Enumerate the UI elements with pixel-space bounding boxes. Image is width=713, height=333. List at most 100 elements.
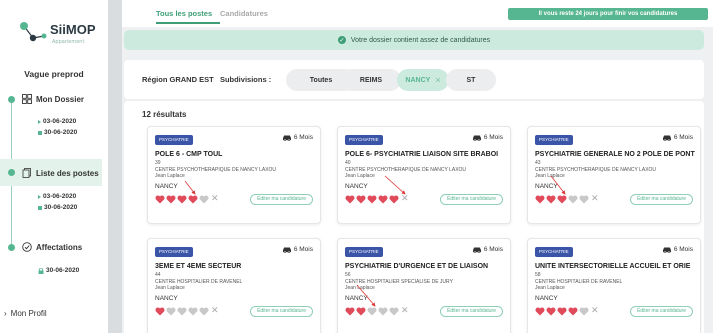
post-number: 39 [155, 160, 161, 166]
triangle-icon [38, 194, 41, 199]
post-number: 40 [345, 160, 351, 166]
post-number: 43 [535, 160, 541, 166]
rating[interactable]: ✕ [155, 307, 219, 316]
app-logo[interactable]: SiiMOP Appariement [18, 18, 103, 48]
post-contact: Jean Laplace [155, 285, 185, 291]
filter-pill-nancy[interactable]: NANCY × [397, 69, 449, 91]
flag-icon [38, 130, 42, 135]
annotation-arrow-icon [550, 175, 566, 195]
tab-candidatures[interactable]: Candidatures [220, 9, 268, 18]
timeline-dot [8, 96, 15, 103]
wave-title: Vague preprod [24, 69, 84, 79]
car-icon [472, 247, 481, 253]
lock-icon [38, 267, 44, 274]
heart-icon[interactable] [546, 307, 556, 316]
results-count: 12 résultats [142, 110, 187, 119]
duration: 6 Mois [472, 246, 503, 253]
edit-application-button[interactable]: Éditer ma candidature [630, 306, 693, 317]
edit-application-button[interactable]: Éditer ma candidature [250, 306, 313, 317]
filter-pill-reims[interactable]: REIMS [341, 69, 401, 91]
post-number: 44 [155, 272, 161, 278]
heart-icon[interactable] [568, 307, 578, 316]
sidebar-item-liste-des-postes[interactable]: Liste des postes [22, 168, 99, 178]
edit-application-button[interactable]: Éditer ma candidature [630, 194, 693, 205]
specialty-badge: PSYCHIATRIE [535, 135, 573, 145]
specialty-badge: PSYCHIATRIE [155, 135, 193, 145]
sidebar-item-mon-dossier[interactable]: Mon Dossier [22, 94, 84, 104]
sidebar-item-affectations[interactable]: Affectations [22, 242, 82, 252]
duration: 6 Mois [282, 134, 313, 141]
filter-bar: Région GRAND EST Subdivisions : Toutes R… [124, 60, 704, 99]
post-title: PSYCHIATRIE GENERALE NO 2 POLE DE PONT [535, 151, 695, 158]
logo-mark-icon [20, 22, 47, 42]
post-card[interactable]: PSYCHIATRIE 6 Mois UNITE INTERSECTORIELL… [527, 238, 701, 333]
deadline-notice: Il vous reste 24 jours pour finir vos ca… [508, 8, 708, 20]
specialty-badge: PSYCHIATRIE [535, 247, 573, 257]
flag-icon [38, 205, 42, 210]
heart-icon[interactable] [199, 307, 209, 316]
heart-icon[interactable] [557, 307, 567, 316]
region-label: Région GRAND EST Subdivisions : [142, 75, 272, 84]
heart-icon[interactable] [188, 307, 198, 316]
car-icon [662, 247, 671, 253]
clear-rating-icon[interactable]: ✕ [591, 307, 599, 316]
sidebar-date: 30-06-2020 [38, 267, 79, 274]
logo-text: SiiMOP [50, 22, 96, 37]
timeline-dot [8, 169, 15, 176]
edit-application-button[interactable]: Éditer ma candidature [250, 194, 313, 205]
tab-tous-les-postes[interactable]: Tous les postes [156, 9, 212, 18]
sidebar-item-label: Affectations [36, 242, 83, 252]
heart-icon[interactable] [166, 307, 176, 316]
active-tab-indicator [156, 22, 220, 24]
annotation-arrow-icon [384, 175, 406, 195]
status-banner: ✓ Votre dossier contient assez de candid… [124, 30, 704, 50]
heart-icon[interactable] [535, 307, 545, 316]
logo-subtitle: Appariement [52, 39, 85, 45]
duration: 6 Mois [662, 134, 693, 141]
remove-filter-icon[interactable]: × [435, 75, 440, 85]
clear-rating-icon[interactable]: ✕ [211, 307, 219, 316]
post-number: 56 [345, 272, 351, 278]
post-title: UNITE INTERSECTORIELLE ACCUEIL ET ORIE [535, 263, 691, 270]
timeline-dot [8, 244, 15, 251]
top-bar: Tous les postes Candidatures Il vous res… [122, 0, 713, 27]
edit-application-button[interactable]: Éditer ma candidature [440, 194, 503, 205]
sidebar-scrollbar[interactable] [108, 0, 122, 333]
banner-text: Votre dossier contient assez de candidat… [350, 36, 491, 44]
sidebar: SiiMOP Appariement Vague preprod Mon Dos… [0, 0, 108, 333]
car-icon [472, 135, 481, 141]
post-number: 58 [535, 272, 541, 278]
grid-icon [22, 94, 32, 104]
post-title: POLE 6 - CMP TOUL [155, 151, 223, 158]
filter-pill-st[interactable]: ST [446, 69, 496, 91]
car-icon [282, 247, 291, 253]
heart-icon[interactable] [155, 307, 165, 316]
annotation-arrow-icon [184, 180, 196, 195]
sidebar-date: 30-06-2020 [38, 129, 77, 136]
sidebar-date: 03-06-2020 [38, 118, 76, 125]
duration: 6 Mois [472, 134, 503, 141]
car-icon [662, 135, 671, 141]
specialty-badge: PSYCHIATRIE [155, 247, 193, 257]
heart-icon[interactable] [579, 307, 589, 316]
document-icon [22, 168, 31, 178]
post-title: POLE 6- PSYCHIATRIE LIAISON SITE BRABOI [345, 151, 499, 158]
specialty-badge: PSYCHIATRIE [345, 135, 383, 145]
check-icon: ✓ [337, 36, 346, 44]
post-card[interactable]: PSYCHIATRIE 6 Mois 3EME ET 4EME SECTEUR … [147, 238, 321, 333]
specialty-badge: PSYCHIATRIE [345, 247, 383, 257]
sidebar-item-label: Mon Dossier [36, 94, 85, 104]
rating[interactable]: ✕ [535, 307, 599, 316]
duration: 6 Mois [282, 246, 313, 253]
sidebar-date: 03-06-2020 [38, 193, 76, 200]
car-icon [282, 135, 291, 141]
heart-icon[interactable] [177, 307, 187, 316]
post-title: PSYCHIATRIE D'URGENCE ET DE LIAISON [345, 263, 489, 270]
post-city: NANCY [535, 295, 558, 302]
edit-application-button[interactable]: Éditer ma candidature [440, 306, 503, 317]
post-title: 3EME ET 4EME SECTEUR [155, 263, 242, 270]
sidebar-item-mon-profil[interactable]: › Mon Profil [4, 309, 47, 318]
post-city: NANCY [155, 295, 178, 302]
main-content: Tous les postes Candidatures Il vous res… [122, 0, 713, 333]
annotation-arrow-icon [356, 284, 376, 307]
